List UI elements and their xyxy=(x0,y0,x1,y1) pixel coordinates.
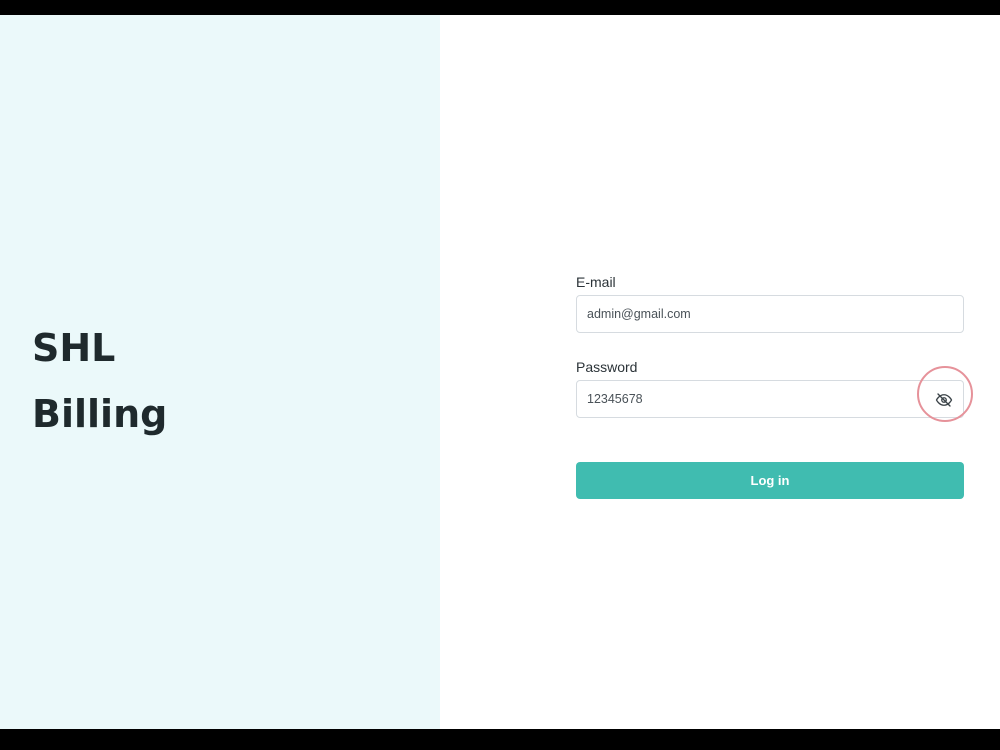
letterbox-bottom xyxy=(0,729,1000,750)
login-form: E-mail Password Log in xyxy=(576,273,964,499)
brand-line-1: SHL xyxy=(32,326,116,370)
password-label: Password xyxy=(576,359,638,375)
password-field[interactable] xyxy=(577,381,963,417)
eye-slash-icon[interactable] xyxy=(933,389,955,411)
email-group: E-mail xyxy=(576,273,964,333)
brand-line-2: Billing xyxy=(32,392,168,436)
brand-panel: SHL Billing xyxy=(0,15,440,729)
brand-title: SHL Billing xyxy=(32,315,167,447)
email-field[interactable] xyxy=(577,296,963,332)
email-field-wrapper xyxy=(576,295,964,333)
letterbox-top xyxy=(0,0,1000,15)
email-label: E-mail xyxy=(576,274,616,290)
password-field-wrapper xyxy=(576,380,964,418)
password-group: Password xyxy=(576,358,964,418)
login-button[interactable]: Log in xyxy=(576,462,964,499)
